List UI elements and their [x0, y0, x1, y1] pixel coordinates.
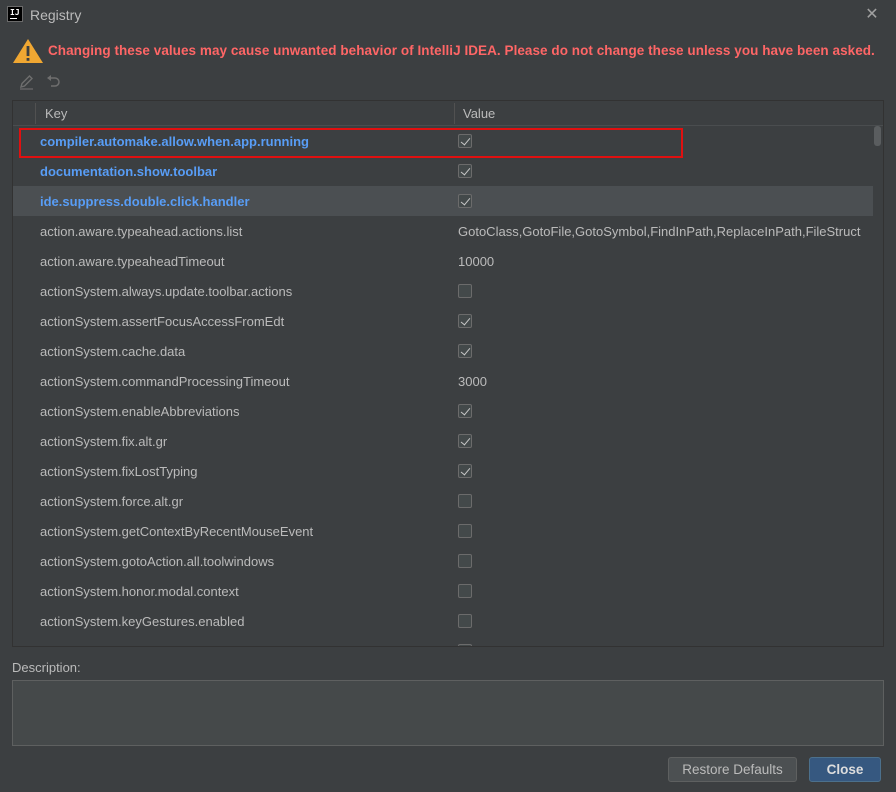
- registry-key: actionSystem.getContextByRecentMouseEven…: [40, 524, 314, 539]
- registry-key: compiler.automake.allow.when.app.running: [40, 134, 309, 149]
- table-row[interactable]: actionSystem.force.alt.gr: [13, 486, 873, 516]
- table-row[interactable]: actionSystem.commandProcessingTimeout 300…: [13, 366, 873, 396]
- value-checkbox[interactable]: [458, 494, 472, 508]
- table-row[interactable]: actionSystem.fix.alt.gr: [13, 426, 873, 456]
- table-row[interactable]: action.aware.typeahead.actions.list GotoC…: [13, 216, 873, 246]
- pencil-icon[interactable]: [18, 73, 36, 91]
- column-header-value[interactable]: Value: [463, 106, 495, 121]
- table-row[interactable]: actionSystem.fixLostTyping: [13, 456, 873, 486]
- registry-key: actionSystem.force.alt.gr: [40, 494, 184, 509]
- registry-key: action.aware.typeahead.actions.list: [40, 224, 243, 239]
- value-checkbox[interactable]: [458, 134, 472, 148]
- close-button[interactable]: Close: [809, 757, 881, 782]
- table-row[interactable]: actionSystem.getContextByRecentMouseEven…: [13, 516, 873, 546]
- warning-triangle-icon: [13, 39, 43, 63]
- registry-key: actionSystem.gotoAction.all.toolwindows: [40, 554, 275, 569]
- table-row[interactable]: ide.suppress.double.click.handler: [13, 186, 873, 216]
- value-checkbox[interactable]: [458, 314, 472, 328]
- table-body: compiler.automake.allow.when.app.running…: [13, 126, 873, 646]
- column-divider[interactable]: [454, 103, 455, 124]
- registry-key: ide.suppress.double.click.handler: [40, 194, 250, 209]
- registry-key: actionSystem.cache.data: [40, 344, 186, 359]
- table-row[interactable]: actionSystem.enableAbbreviations: [13, 396, 873, 426]
- table-row[interactable]: actionSystem.keyGestures.enabled: [13, 606, 873, 636]
- registry-key: action.aware.typeaheadTimeout: [40, 254, 225, 269]
- table-row[interactable]: action.aware.typeaheadTimeout 10000: [13, 246, 873, 276]
- registry-table: Key Value compiler.automake.allow.when.a…: [12, 100, 884, 647]
- registry-value[interactable]: 10000: [458, 254, 873, 269]
- title-bar: IJ Registry ✕: [0, 0, 896, 30]
- registry-key: actionSystem.commandProcessingTimeout: [40, 374, 290, 389]
- window-title: Registry: [30, 7, 82, 23]
- value-checkbox[interactable]: [458, 404, 472, 418]
- column-divider: [35, 103, 36, 124]
- description-area[interactable]: [12, 680, 884, 746]
- registry-key: actionSystem.fixLostTyping: [40, 464, 198, 479]
- value-checkbox[interactable]: [458, 434, 472, 448]
- table-row[interactable]: [13, 636, 873, 646]
- value-checkbox[interactable]: [458, 164, 472, 178]
- registry-key: actionSystem.assertFocusAccessFromEdt: [40, 314, 285, 329]
- table-row[interactable]: actionSystem.cache.data: [13, 336, 873, 366]
- warning-text: Changing these values may cause unwanted…: [48, 43, 875, 58]
- vertical-scrollbar[interactable]: [873, 126, 883, 646]
- value-checkbox[interactable]: [458, 284, 472, 298]
- value-checkbox[interactable]: [458, 464, 472, 478]
- registry-key: actionSystem.fix.alt.gr: [40, 434, 168, 449]
- table-row[interactable]: documentation.show.toolbar: [13, 156, 873, 186]
- registry-value[interactable]: GotoClass,GotoFile,GotoSymbol,FindInPath…: [458, 224, 873, 239]
- table-header: Key Value: [13, 101, 883, 126]
- table-row[interactable]: actionSystem.always.update.toolbar.actio…: [13, 276, 873, 306]
- toolbar: [12, 70, 72, 94]
- close-icon[interactable]: ✕: [862, 5, 882, 25]
- value-checkbox[interactable]: [458, 614, 472, 628]
- registry-key: actionSystem.enableAbbreviations: [40, 404, 240, 419]
- registry-key: documentation.show.toolbar: [40, 164, 218, 179]
- value-checkbox[interactable]: [458, 344, 472, 358]
- table-row[interactable]: actionSystem.assertFocusAccessFromEdt: [13, 306, 873, 336]
- value-checkbox[interactable]: [458, 524, 472, 538]
- undo-icon[interactable]: [44, 73, 62, 91]
- table-row[interactable]: actionSystem.honor.modal.context: [13, 576, 873, 606]
- column-header-key[interactable]: Key: [45, 106, 67, 121]
- value-checkbox[interactable]: [458, 584, 472, 598]
- description-label: Description:: [12, 660, 81, 675]
- table-row[interactable]: actionSystem.gotoAction.all.toolwindows: [13, 546, 873, 576]
- registry-key: actionSystem.always.update.toolbar.actio…: [40, 284, 293, 299]
- value-checkbox[interactable]: [458, 554, 472, 568]
- table-row[interactable]: compiler.automake.allow.when.app.running: [13, 126, 873, 156]
- warning-banner: Changing these values may cause unwanted…: [12, 38, 892, 64]
- registry-value[interactable]: 3000: [458, 374, 873, 389]
- registry-key: actionSystem.keyGestures.enabled: [40, 614, 245, 629]
- registry-key: actionSystem.honor.modal.context: [40, 584, 239, 599]
- restore-defaults-button[interactable]: Restore Defaults: [668, 757, 797, 782]
- value-checkbox[interactable]: [458, 194, 472, 208]
- intellij-app-icon: IJ: [7, 6, 23, 22]
- value-checkbox[interactable]: [458, 644, 472, 646]
- scrollbar-thumb[interactable]: [874, 126, 881, 146]
